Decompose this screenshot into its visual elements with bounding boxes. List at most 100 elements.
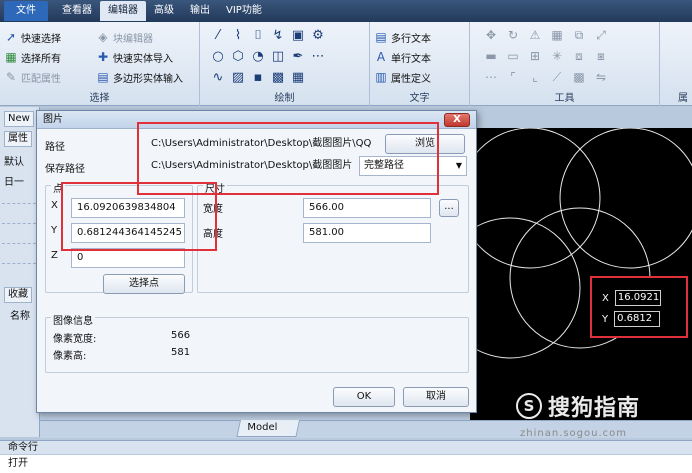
tab-favorites[interactable]: 收藏 [4, 287, 32, 303]
attribute-icon: ▥ [375, 70, 387, 84]
point-x-label: X [51, 200, 58, 211]
tab-property[interactable]: 属性 [4, 131, 32, 147]
mirror-icon[interactable]: ⚠ [524, 28, 546, 43]
drawn-circle [559, 128, 692, 269]
path-label: 路径 [45, 142, 65, 153]
polygon-tool-icon[interactable]: ⬡ [228, 49, 248, 64]
save-path-field[interactable]: C:\Users\Administrator\Desktop\截图图片 [145, 156, 355, 176]
collapse-toggle[interactable]: 日一 [4, 173, 24, 188]
close-button[interactable]: X [444, 113, 470, 127]
tab-model[interactable]: Model [236, 420, 300, 437]
curve-icon[interactable]: ∿ [208, 70, 228, 85]
point-z-label: Z [51, 250, 58, 261]
save-path-label: 保存路径 [45, 164, 85, 175]
save-path-mode-value: 完整路径 [364, 160, 404, 171]
tab-new[interactable]: New [4, 111, 34, 127]
shape-icon[interactable]: ◫ [268, 49, 288, 64]
chevron-down-icon: ▼ [455, 161, 462, 170]
dialog-titlebar: 图片 X [37, 111, 476, 129]
ribbon-group-text-label: 文字 [409, 93, 430, 104]
dots-icon[interactable]: ⋯ [480, 70, 502, 85]
plus-icon: ✚ [97, 50, 109, 64]
polygon-entity-input-button[interactable]: ▤ 多边形实体输入 [96, 68, 183, 86]
polyline-icon[interactable]: ⌇ [228, 28, 248, 43]
point-y-label: Y [51, 225, 58, 236]
match-properties-button[interactable]: ✎ 匹配属性 [4, 68, 61, 86]
pixel-width-label: 像素宽度: [53, 334, 97, 345]
ribbon-group-partial: 属 [678, 93, 688, 104]
attribute-define-button[interactable]: ▥ 属性定义 [374, 68, 431, 86]
image-info-label: 图像信息 [51, 312, 95, 327]
point-x-input[interactable]: 16.0920639834804 [71, 198, 185, 218]
dtext-button[interactable]: A 单行文本 [374, 48, 431, 66]
drawing-canvas[interactable] [470, 128, 692, 420]
menu-tab-editor[interactable]: 编辑器 [100, 1, 146, 21]
menu-tab-vip[interactable]: VIP功能 [218, 1, 270, 21]
dialog-title: 图片 [43, 114, 63, 125]
cancel-button[interactable]: 取消 [403, 387, 469, 407]
array-icon[interactable]: ▦ [546, 28, 568, 43]
ok-button[interactable]: OK [333, 387, 395, 407]
quick-select-button[interactable]: ➚ 快速选择 [4, 28, 61, 46]
pixel-height-value: 581 [171, 347, 191, 358]
point-z-input[interactable]: 0 [71, 248, 185, 268]
gear-icon[interactable]: ⚙ [308, 28, 328, 43]
cursor-icon: ➚ [5, 30, 17, 44]
stretch-icon[interactable]: ⟋ [546, 70, 568, 85]
join-icon[interactable]: ⧈ [568, 49, 590, 64]
pattern-icon[interactable]: ▨ [228, 70, 248, 85]
browse-button[interactable]: 浏览 [385, 134, 465, 154]
menu-bar: 文件 查看器 编辑器 高级 输出 VIP功能 [0, 0, 692, 22]
extend-icon[interactable]: ▭ [502, 49, 524, 64]
copy-icon[interactable]: ⧉ [568, 28, 590, 43]
select-all-button[interactable]: ▦ 选择所有 [4, 48, 61, 66]
trim-icon[interactable]: ▬ [480, 49, 502, 64]
ribbon-group-text: ▤ 多行文本 A 单行文本 ▥ 属性定义 文字 [370, 22, 470, 106]
chamfer-icon[interactable]: ⌞ [524, 70, 546, 85]
path-field[interactable]: C:\Users\Administrator\Desktop\截图图片\QQ [145, 134, 380, 154]
arc-icon[interactable]: ◔ [248, 49, 268, 64]
spline-icon[interactable]: ↯ [268, 28, 288, 43]
color-icon[interactable]: ▩ [568, 70, 590, 85]
point-y-input[interactable]: 0.681244364145245 [71, 223, 185, 243]
left-panel: New 属性 默认 日一 收藏 名称 [0, 107, 40, 437]
save-path-mode-select[interactable]: 完整路径 ▼ [359, 156, 467, 176]
menu-tab-viewer[interactable]: 查看器 [54, 1, 100, 21]
line-icon[interactable]: ⁄ [208, 28, 228, 43]
coord-x-value[interactable]: 16.0921 [614, 290, 661, 306]
rectangle-tool-icon[interactable]: ⌷ [248, 28, 268, 43]
explode-icon[interactable]: ✳ [546, 49, 568, 64]
table-icon[interactable]: ▦ [288, 70, 308, 85]
fillet-icon[interactable]: ⌜ [502, 70, 524, 85]
menu-tab-advanced[interactable]: 高级 [146, 1, 182, 21]
select-all-icon: ▦ [5, 50, 17, 64]
quick-entity-import-button[interactable]: ✚ 快速实体导入 [96, 48, 173, 66]
pen-icon[interactable]: ✒ [288, 49, 308, 64]
command-line[interactable]: 打开 [0, 455, 692, 473]
size-options-button[interactable]: ... [439, 199, 459, 217]
menu-tab-output[interactable]: 输出 [182, 1, 218, 21]
height-label: 高度 [203, 229, 223, 240]
block-icon: ◈ [98, 30, 108, 44]
circle-icon[interactable]: ○ [208, 49, 228, 64]
image-insert-icon[interactable]: ▩ [268, 70, 288, 85]
rotate-icon[interactable]: ↻ [502, 28, 524, 43]
width-input[interactable]: 566.00 [303, 198, 431, 218]
more-draw-icon[interactable]: ⋯ [308, 49, 328, 64]
coord-y-value[interactable]: 0.6812 [614, 311, 661, 327]
convert-icon[interactable]: ⇋ [590, 70, 612, 85]
offset-icon[interactable]: ⊞ [524, 49, 546, 64]
point-group-label: 点 [51, 180, 65, 195]
pick-point-button[interactable]: 选择点 [103, 274, 185, 294]
ribbon-group-select: ➚ 快速选择 ◈ 块编辑器 ▦ 选择所有 ✚ 快速实体导入 ✎ 匹配属性 ▤ 多边形实体输入… [0, 22, 200, 106]
menu-file[interactable]: 文件 [4, 1, 48, 21]
mtext-button[interactable]: ▤ 多行文本 [374, 28, 431, 46]
hatch-icon[interactable]: ▣ [288, 28, 308, 43]
break-icon[interactable]: ⧆ [590, 49, 612, 64]
ribbon-group-tools: ✥ ↻ ⚠ ▦ ⧉ ⤢ ▬ ▭ ⊞ ✳ ⧈ ⧆ ⋯ ⌜ ⌞ ⟋ ▩ ⇋ 工具 [470, 22, 660, 106]
height-input[interactable]: 581.00 [303, 223, 431, 243]
move-icon[interactable]: ✥ [480, 28, 502, 43]
point-icon[interactable]: ▪ [248, 70, 268, 85]
scale-icon[interactable]: ⤢ [590, 28, 612, 43]
block-editor-button[interactable]: ◈ 块编辑器 [96, 28, 153, 46]
